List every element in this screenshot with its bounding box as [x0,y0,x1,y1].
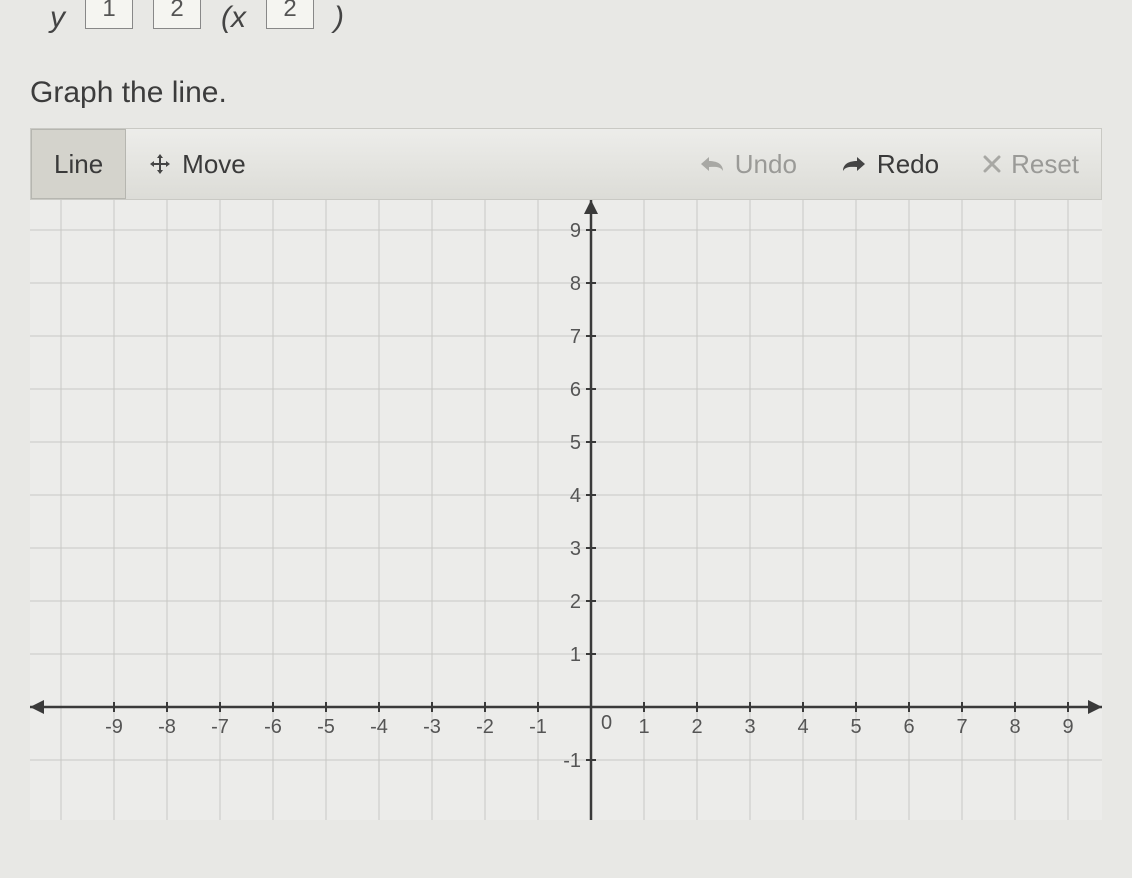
svg-text:3: 3 [570,538,581,560]
equation-y: y [50,1,65,35]
svg-text:7: 7 [570,326,581,348]
equation-box-3[interactable]: 2 [266,0,314,29]
redo-label: Redo [877,149,939,180]
svg-text:-5: -5 [317,716,335,738]
svg-text:4: 4 [570,485,581,507]
svg-text:8: 8 [570,273,581,295]
svg-text:3: 3 [744,716,755,738]
equation-box-1[interactable]: 1 [85,0,133,29]
svg-text:8: 8 [1009,716,1020,738]
instruction-text: Graph the line. [30,76,1112,110]
svg-text:-6: -6 [264,716,282,738]
redo-button[interactable]: Redo [819,129,961,199]
svg-text:0: 0 [601,712,612,734]
svg-text:6: 6 [903,716,914,738]
line-tool-button[interactable]: Line [31,129,126,199]
svg-text:5: 5 [850,716,861,738]
svg-text:-1: -1 [529,716,547,738]
svg-text:4: 4 [797,716,808,738]
undo-button[interactable]: Undo [677,129,819,199]
svg-text:2: 2 [570,591,581,613]
graph-toolbar: Line Move Undo Redo Reset [30,128,1102,200]
svg-text:6: 6 [570,379,581,401]
svg-text:-8: -8 [158,716,176,738]
reset-label: Reset [1011,149,1079,180]
svg-text:-3: -3 [423,716,441,738]
undo-label: Undo [735,149,797,180]
equation-box-2[interactable]: 2 [153,0,201,29]
coordinate-grid[interactable]: -9 -8 -7 -6 -5 -4 -3 -2 -1 0 1 2 3 4 5 6 7 8 9 -1 1 2 3 4 5 6 7 8 9 [30,200,1102,820]
svg-text:1: 1 [570,644,581,666]
reset-icon [983,155,1001,173]
svg-text:9: 9 [570,220,581,242]
svg-text:2: 2 [691,716,702,738]
svg-text:1: 1 [638,716,649,738]
equation-row: y 1 2 (x 2 ) [20,0,1112,36]
redo-icon [841,154,867,174]
line-tool-label: Line [54,149,103,180]
equation-x: (x [221,1,246,35]
move-icon [148,152,172,176]
svg-text:-7: -7 [211,716,229,738]
svg-text:-1: -1 [563,750,581,772]
svg-text:7: 7 [956,716,967,738]
equation-close-paren: ) [334,1,344,35]
move-tool-button[interactable]: Move [126,129,268,199]
svg-text:-4: -4 [370,716,388,738]
reset-button[interactable]: Reset [961,129,1101,199]
move-tool-label: Move [182,149,246,180]
svg-text:9: 9 [1062,716,1073,738]
svg-text:-9: -9 [105,716,123,738]
svg-text:-2: -2 [476,716,494,738]
undo-icon [699,154,725,174]
svg-text:5: 5 [570,432,581,454]
